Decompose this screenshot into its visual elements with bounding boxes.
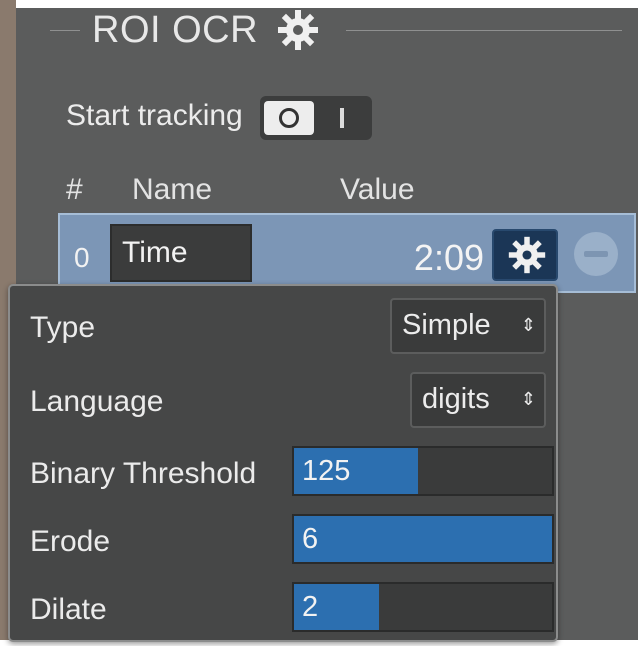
slider-value: 6 — [302, 523, 319, 555]
up-down-arrows-icon: ⇕ — [520, 389, 536, 409]
row-index: 0 — [74, 242, 90, 273]
minus-circle-icon — [584, 251, 608, 257]
column-header-index: # — [66, 173, 83, 206]
type-select-value: Simple — [402, 309, 491, 341]
toggle-on-bar-icon — [340, 108, 344, 128]
start-tracking-toggle[interactable] — [260, 96, 372, 140]
header-divider-right — [346, 30, 622, 31]
start-tracking-label: Start tracking — [66, 99, 243, 132]
toggle-knob — [264, 101, 314, 135]
type-label: Type — [30, 311, 96, 344]
slider-value: 125 — [302, 455, 351, 487]
app-frame: ROI OCR Start tracking # Name Value 0 2:… — [0, 0, 638, 646]
language-label: Language — [30, 385, 164, 418]
roi-settings-popup: Type Simple ⇕ Language digits ⇕ Binary T… — [8, 284, 558, 642]
roi-settings-button[interactable] — [492, 229, 558, 281]
roi-value: 2:09 — [413, 237, 484, 278]
binary-threshold-slider[interactable]: 125 — [292, 446, 554, 496]
column-header-value: Value — [340, 173, 415, 206]
language-select-value: digits — [422, 383, 490, 415]
binary-threshold-label: Binary Threshold — [30, 457, 257, 490]
slider-value: 2 — [302, 591, 319, 623]
roi-name-input[interactable] — [110, 224, 252, 282]
gear-icon[interactable] — [276, 8, 320, 52]
slider-fill — [294, 516, 552, 562]
gear-icon — [508, 236, 546, 274]
type-select[interactable]: Simple ⇕ — [390, 298, 546, 354]
dilate-slider[interactable]: 2 — [292, 582, 554, 632]
record-icon — [279, 108, 299, 128]
erode-slider[interactable]: 6 — [292, 514, 554, 564]
column-header-name: Name — [132, 173, 213, 206]
dilate-label: Dilate — [30, 593, 107, 626]
panel-title: ROI OCR — [92, 9, 259, 51]
erode-label: Erode — [30, 525, 111, 558]
up-down-arrows-icon: ⇕ — [520, 315, 536, 335]
remove-roi-button[interactable] — [574, 232, 618, 276]
language-select[interactable]: digits ⇕ — [410, 372, 546, 428]
header-divider-left — [50, 30, 80, 31]
